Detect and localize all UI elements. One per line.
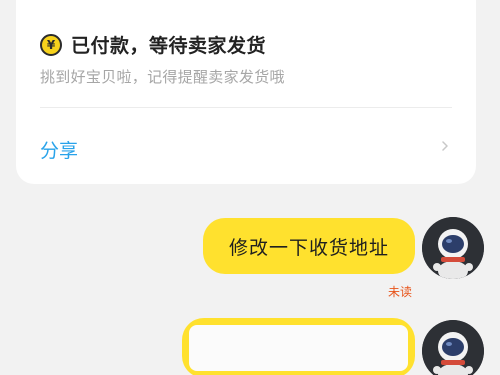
order-status-row: ¥ 已付款，等待卖家发货 bbox=[40, 31, 266, 58]
astronaut-avatar[interactable] bbox=[422, 320, 484, 375]
order-status-card: ¥ 已付款，等待卖家发货 挑到好宝贝啦，记得提醒卖家发货哦 分享 bbox=[16, 0, 476, 184]
divider bbox=[40, 107, 452, 108]
order-status-title: 已付款，等待卖家发货 bbox=[71, 35, 267, 57]
share-link[interactable]: 分享 bbox=[40, 136, 78, 163]
unread-status: 未读 bbox=[387, 285, 412, 299]
yen-coin-icon: ¥ bbox=[40, 33, 62, 56]
astronaut-avatar[interactable] bbox=[422, 217, 484, 279]
chevron-right-icon[interactable] bbox=[440, 141, 450, 151]
chat-bubble-sent-card[interactable] bbox=[182, 318, 415, 375]
astronaut-icon bbox=[422, 217, 484, 279]
message-card-placeholder bbox=[189, 325, 408, 371]
order-status-subtitle: 挑到好宝贝啦，记得提醒卖家发货哦 bbox=[40, 68, 285, 86]
astronaut-icon bbox=[422, 320, 484, 375]
chat-bubble-sent[interactable]: 修改一下收货地址 bbox=[203, 218, 415, 274]
